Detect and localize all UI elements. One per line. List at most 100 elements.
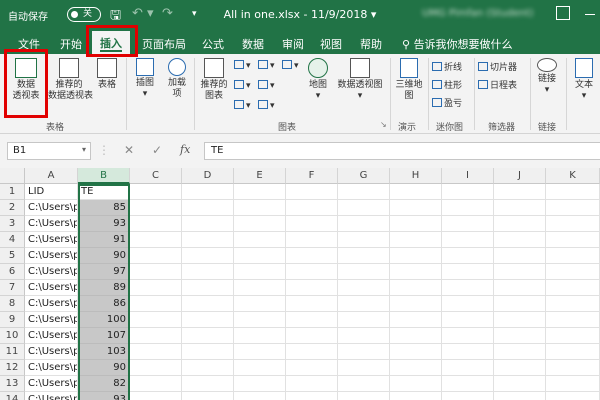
cell-a[interactable]: C:\Users\p bbox=[25, 296, 78, 312]
table-cell[interactable] bbox=[130, 328, 182, 344]
table-cell[interactable] bbox=[546, 184, 600, 200]
table-cell[interactable] bbox=[338, 328, 390, 344]
table-cell[interactable] bbox=[494, 312, 546, 328]
column-header-h[interactable]: H bbox=[390, 168, 442, 184]
table-cell[interactable] bbox=[234, 200, 286, 216]
table-cell[interactable] bbox=[546, 312, 600, 328]
table-cell[interactable] bbox=[494, 376, 546, 392]
table-cell[interactable] bbox=[546, 328, 600, 344]
cell-a[interactable]: C:\Users\p bbox=[25, 376, 78, 392]
tab-page-layout[interactable]: 页面布局 bbox=[142, 36, 186, 52]
row-header[interactable]: 3 bbox=[0, 216, 25, 232]
table-cell[interactable] bbox=[338, 360, 390, 376]
table-cell[interactable] bbox=[546, 296, 600, 312]
cell-a[interactable]: C:\Users\p bbox=[25, 312, 78, 328]
column-header-d[interactable]: D bbox=[182, 168, 234, 184]
sparkline-column-button[interactable]: 柱形 bbox=[432, 78, 462, 91]
table-cell[interactable] bbox=[286, 200, 338, 216]
table-cell[interactable] bbox=[494, 184, 546, 200]
sparkline-winloss-button[interactable]: 盈亏 bbox=[432, 96, 462, 109]
table-cell[interactable] bbox=[442, 200, 494, 216]
row-header[interactable]: 4 bbox=[0, 232, 25, 248]
table-cell[interactable] bbox=[390, 200, 442, 216]
table-cell[interactable] bbox=[494, 344, 546, 360]
table-cell[interactable] bbox=[442, 184, 494, 200]
table-cell[interactable] bbox=[494, 392, 546, 400]
table-cell[interactable] bbox=[234, 392, 286, 400]
table-cell[interactable] bbox=[442, 376, 494, 392]
table-cell[interactable] bbox=[182, 280, 234, 296]
table-cell[interactable] bbox=[442, 296, 494, 312]
table-cell[interactable] bbox=[182, 344, 234, 360]
addins-button[interactable]: 加载 项 bbox=[164, 58, 190, 100]
table-cell[interactable] bbox=[234, 216, 286, 232]
table-cell[interactable] bbox=[546, 344, 600, 360]
slicer-button[interactable]: 切片器 bbox=[478, 60, 517, 73]
table-cell[interactable] bbox=[286, 264, 338, 280]
table-cell[interactable] bbox=[338, 312, 390, 328]
table-cell[interactable] bbox=[442, 280, 494, 296]
table-cell[interactable] bbox=[182, 200, 234, 216]
row-header[interactable]: 14 bbox=[0, 392, 25, 400]
table-cell[interactable] bbox=[130, 344, 182, 360]
row-header[interactable]: 13 bbox=[0, 376, 25, 392]
cell-a[interactable]: C:\Users\p bbox=[25, 232, 78, 248]
cell-b[interactable]: 90 bbox=[78, 360, 130, 376]
cell-a[interactable]: C:\Users\p bbox=[25, 216, 78, 232]
table-cell[interactable] bbox=[182, 376, 234, 392]
user-name[interactable]: UMG Pimfan (Student) bbox=[422, 8, 540, 20]
table-cell[interactable] bbox=[286, 280, 338, 296]
tab-data[interactable]: 数据 bbox=[242, 36, 264, 52]
minimize-icon[interactable] bbox=[585, 14, 595, 15]
table-cell[interactable] bbox=[390, 360, 442, 376]
table-cell[interactable] bbox=[390, 312, 442, 328]
table-cell[interactable] bbox=[494, 296, 546, 312]
table-cell[interactable] bbox=[390, 264, 442, 280]
table-cell[interactable] bbox=[442, 344, 494, 360]
waterfall-chart-button[interactable]: ▾ bbox=[282, 60, 299, 71]
table-cell[interactable] bbox=[442, 216, 494, 232]
table-cell[interactable] bbox=[546, 376, 600, 392]
table-cell[interactable] bbox=[182, 248, 234, 264]
cell-b[interactable]: 91 bbox=[78, 232, 130, 248]
name-box-dropdown-icon[interactable]: ▾ bbox=[82, 145, 86, 154]
table-cell[interactable] bbox=[234, 360, 286, 376]
tell-me-box[interactable]: ⚲ 告诉我你想要做什么 bbox=[402, 36, 513, 52]
cell-a[interactable]: C:\Users\p bbox=[25, 392, 78, 400]
table-cell[interactable] bbox=[338, 280, 390, 296]
pie-chart-button[interactable]: ▾ bbox=[234, 100, 251, 111]
row-header[interactable]: 10 bbox=[0, 328, 25, 344]
table-cell[interactable] bbox=[390, 344, 442, 360]
enter-icon[interactable]: ✓ bbox=[152, 143, 162, 157]
pivot-chart-button[interactable]: 数据透视图 ▾ bbox=[334, 58, 386, 102]
row-header[interactable]: 9 bbox=[0, 312, 25, 328]
table-cell[interactable] bbox=[234, 312, 286, 328]
table-cell[interactable] bbox=[182, 328, 234, 344]
column-header-a[interactable]: A bbox=[25, 168, 78, 184]
select-all-button[interactable] bbox=[0, 168, 25, 184]
table-cell[interactable] bbox=[390, 328, 442, 344]
table-cell[interactable] bbox=[390, 232, 442, 248]
table-cell[interactable] bbox=[234, 264, 286, 280]
table-cell[interactable] bbox=[494, 232, 546, 248]
table-cell[interactable] bbox=[390, 392, 442, 400]
table-cell[interactable] bbox=[442, 360, 494, 376]
cell-b[interactable]: TE bbox=[78, 184, 130, 200]
table-cell[interactable] bbox=[442, 264, 494, 280]
table-cell[interactable] bbox=[286, 216, 338, 232]
table-cell[interactable] bbox=[182, 232, 234, 248]
table-cell[interactable] bbox=[546, 248, 600, 264]
cell-a[interactable]: C:\Users\p bbox=[25, 328, 78, 344]
timeline-button[interactable]: 日程表 bbox=[478, 78, 517, 91]
table-cell[interactable] bbox=[494, 248, 546, 264]
table-cell[interactable] bbox=[546, 280, 600, 296]
table-cell[interactable] bbox=[442, 392, 494, 400]
table-cell[interactable] bbox=[390, 184, 442, 200]
table-cell[interactable] bbox=[130, 280, 182, 296]
table-cell[interactable] bbox=[286, 248, 338, 264]
table-cell[interactable] bbox=[286, 344, 338, 360]
table-cell[interactable] bbox=[130, 376, 182, 392]
column-header-g[interactable]: G bbox=[338, 168, 390, 184]
3d-map-button[interactable]: 三维地 图 bbox=[394, 58, 424, 102]
table-cell[interactable] bbox=[286, 312, 338, 328]
